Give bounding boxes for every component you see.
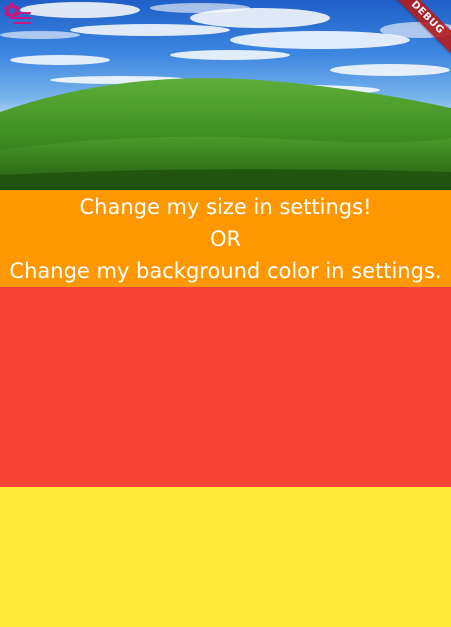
landscape-image <box>0 2 451 190</box>
info-line-color: Change my background color in settings. <box>9 259 442 283</box>
info-line-or: OR <box>209 227 242 251</box>
header-background-image: DEBUG <box>0 0 451 190</box>
info-line-size: Change my size in settings! <box>79 195 372 219</box>
red-panel <box>0 287 451 487</box>
info-panel: Change my size in settings! OR Change my… <box>0 190 451 287</box>
app-root: DEBUG Change my size in settings! OR Cha… <box>0 0 451 627</box>
yellow-panel <box>0 487 451 627</box>
settings-icon[interactable] <box>0 0 22 22</box>
